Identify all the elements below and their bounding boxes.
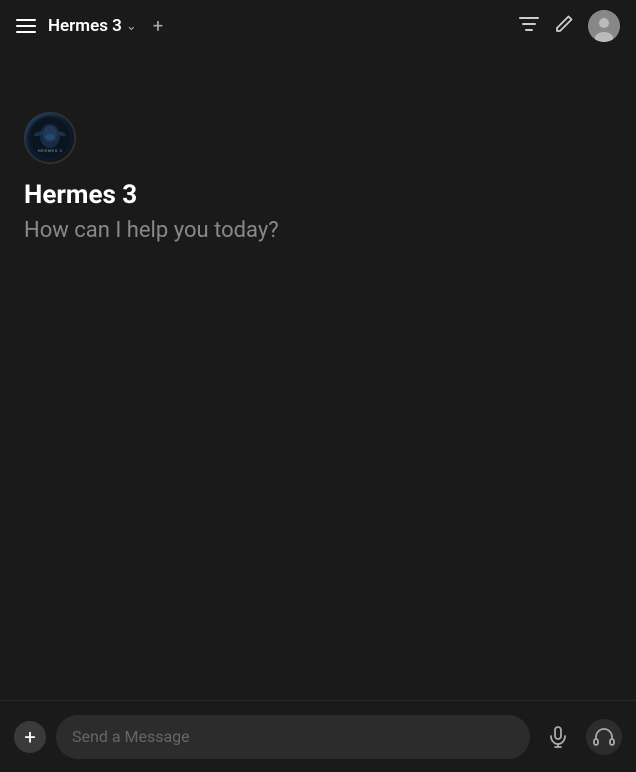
bot-name: Hermes 3 xyxy=(24,180,137,210)
header-right xyxy=(518,10,620,42)
input-area: + xyxy=(0,700,636,772)
add-chat-icon[interactable]: + xyxy=(153,16,163,37)
message-input[interactable] xyxy=(72,727,514,746)
chevron-down-icon: ⌄ xyxy=(126,19,137,34)
header-left: Hermes 3 ⌄ + xyxy=(16,16,163,37)
title-area[interactable]: Hermes 3 ⌄ xyxy=(48,16,137,36)
header: Hermes 3 ⌄ + xyxy=(0,0,636,52)
bot-subtitle: How can I help you today? xyxy=(24,218,279,243)
bot-avatar-inner: HERMES 3 xyxy=(26,114,74,162)
main-content: HERMES 3 Hermes 3 How can I help you tod… xyxy=(0,52,636,700)
microphone-icon[interactable] xyxy=(540,719,576,755)
page-title: Hermes 3 xyxy=(48,16,122,36)
filter-icon[interactable] xyxy=(518,14,540,38)
svg-text:HERMES 3: HERMES 3 xyxy=(38,148,63,153)
edit-icon[interactable] xyxy=(554,14,574,38)
avatar[interactable] xyxy=(588,10,620,42)
message-input-wrapper xyxy=(56,715,530,759)
headphone-icon[interactable] xyxy=(586,719,622,755)
add-attachment-button[interactable]: + xyxy=(14,721,46,753)
bot-avatar: HERMES 3 xyxy=(24,112,76,164)
hamburger-menu-icon[interactable] xyxy=(16,19,36,33)
